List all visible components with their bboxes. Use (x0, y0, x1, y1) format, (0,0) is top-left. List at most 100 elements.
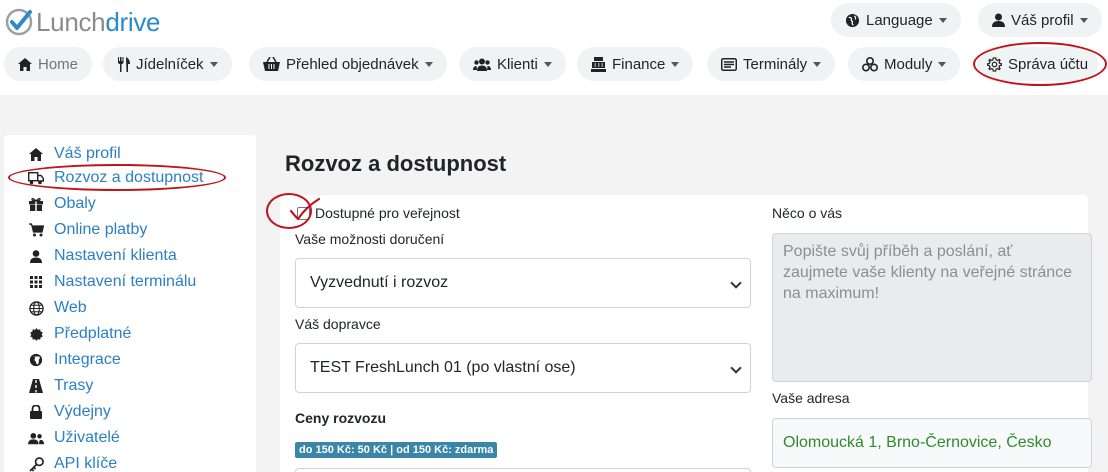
annotation-checkmark-icon (289, 197, 321, 221)
sidebar-item-label: Trasy (54, 377, 94, 394)
basket-icon (263, 57, 280, 71)
sidebar-item-profile[interactable]: Váš profil (28, 143, 121, 165)
profile-label: Váš profil (1011, 11, 1074, 29)
chevron-down-icon (1079, 17, 1088, 23)
page-title: Rozvoz a dostupnost (285, 151, 507, 176)
delivery-options-value: Vyzvednutí i rozvoz (310, 274, 449, 291)
id-card-icon (721, 57, 737, 71)
nav-modules-label: Moduly (884, 55, 933, 73)
lock-icon (28, 405, 44, 419)
gift-icon (28, 197, 44, 211)
users-icon (473, 58, 491, 71)
key-icon (28, 456, 44, 472)
nav-finance-label: Finance (612, 55, 666, 73)
sidebar-item-label: Web (54, 299, 87, 316)
sidebar-item-routes[interactable]: Trasy (28, 375, 93, 397)
sidebar-item-api-keys[interactable]: API klíče (28, 453, 117, 472)
cubes-icon (862, 56, 878, 72)
truck-icon (28, 171, 44, 185)
carrier-label: Váš dopravce (295, 316, 381, 332)
grid-icon (28, 276, 44, 288)
nav-account-settings[interactable]: Správa účtu (977, 47, 1099, 81)
chevron-down-icon (730, 362, 742, 374)
nav-modules[interactable]: Moduly (848, 47, 961, 81)
sidebar-item-terminal-settings[interactable]: Nastavení terminálu (28, 271, 196, 293)
top-header: Lunchdrive Language Váš profil Home Jíde… (0, 0, 1108, 95)
cash-register-icon (591, 56, 606, 72)
globe-africa-icon (28, 353, 44, 367)
logo-text-drive: drive (105, 6, 161, 37)
home-icon (18, 57, 32, 71)
sidebar-item-pickup-points[interactable]: Výdejny (28, 401, 111, 423)
nav-finance[interactable]: Finance (577, 47, 694, 81)
sidebar-item-label: API klíče (54, 455, 118, 472)
certificate-icon (28, 327, 44, 341)
road-icon (28, 379, 44, 393)
about-label: Něco o vás (772, 205, 843, 221)
delivery-price-field[interactable] (295, 468, 751, 472)
sidebar-item-payments[interactable]: Online platby (28, 219, 147, 241)
sidebar-item-users[interactable]: Uživatelé (28, 427, 120, 449)
nav-menu[interactable]: Jídelníček (103, 47, 232, 81)
carrier-value: TEST FreshLunch 01 (po vlastní ose) (310, 359, 576, 376)
chevron-down-icon (938, 17, 947, 23)
address-label: Vaše adresa (772, 390, 850, 406)
nav-home[interactable]: Home (4, 47, 93, 81)
sidebar-item-label: Obaly (54, 195, 96, 212)
language-button[interactable]: Language (831, 3, 961, 37)
chevron-down-icon (813, 61, 822, 67)
chevron-down-icon (938, 61, 947, 67)
utensils-icon (117, 56, 130, 72)
settings-sidebar: Váš profil Rozvoz a dostupnost Obaly Onl… (4, 135, 256, 472)
sidebar-item-client-settings[interactable]: Nastavení klienta (28, 245, 177, 267)
chevron-down-icon (730, 277, 742, 289)
nav-clients-label: Klienti (497, 55, 538, 73)
nav-orders[interactable]: Přehled objednávek (249, 47, 447, 81)
delivery-options-select[interactable]: Vyzvednutí i rozvoz (295, 258, 751, 308)
sidebar-item-packaging[interactable]: Obaly (28, 193, 96, 215)
logo-check-icon (4, 7, 34, 37)
user-icon (992, 13, 1005, 27)
cart-icon (28, 223, 44, 237)
sidebar-item-label: Váš profil (54, 145, 121, 162)
chevron-down-icon (209, 61, 218, 67)
logo[interactable]: Lunchdrive (4, 6, 161, 38)
carrier-select[interactable]: TEST FreshLunch 01 (po vlastní ose) (295, 343, 751, 393)
nav-account-label: Správa účtu (1008, 55, 1089, 73)
nav-orders-label: Přehled objednávek (286, 55, 419, 73)
address-field[interactable]: Olomoucká 1, Brno-Černovice, Česko (772, 418, 1092, 468)
globe-icon (28, 300, 44, 316)
sidebar-item-subscription[interactable]: Předplatné (28, 323, 131, 345)
home-icon (28, 147, 44, 161)
chevron-down-icon (424, 61, 433, 67)
public-availability-label: Dostupné pro veřejnost (315, 205, 460, 221)
sidebar-item-label: Výdejny (54, 403, 111, 420)
delivery-options-label: Vaše možnosti doručení (295, 231, 445, 247)
language-label: Language (866, 11, 933, 29)
chevron-down-icon (671, 61, 680, 67)
logo-text: Lunchdrive (36, 6, 161, 38)
nav-clients[interactable]: Klienti (459, 47, 566, 81)
sidebar-item-label: Nastavení klienta (54, 247, 177, 264)
delivery-prices-label: Ceny rozvozu (295, 410, 387, 426)
sidebar-item-label: Předplatné (54, 325, 132, 342)
user-icon (28, 249, 44, 263)
nav-home-label: Home (38, 55, 79, 73)
sidebar-item-web[interactable]: Web (28, 297, 87, 319)
globe-icon (845, 13, 860, 28)
gear-icon (987, 56, 1002, 72)
profile-button[interactable]: Váš profil (978, 3, 1102, 37)
logo-text-lunch: Lunch (36, 6, 106, 37)
sidebar-item-label: Rozvoz a dostupnost (54, 169, 204, 186)
sidebar-item-label: Uživatelé (54, 429, 120, 446)
sidebar-item-integration[interactable]: Integrace (28, 349, 121, 371)
sidebar-item-delivery[interactable]: Rozvoz a dostupnost (28, 167, 203, 189)
users-icon (28, 432, 44, 445)
sidebar-item-label: Online platby (54, 221, 148, 238)
nav-terminals[interactable]: Terminály (707, 47, 836, 81)
sidebar-item-label: Integrace (54, 351, 121, 368)
about-textarea[interactable]: Popište svůj příběh a poslání, ať zaujme… (772, 233, 1092, 382)
nav-menu-label: Jídelníček (136, 55, 204, 73)
chevron-down-icon (543, 61, 552, 67)
delivery-price-badge: do 150 Kč: 50 Kč | od 150 Kč: zdarma (295, 442, 498, 458)
